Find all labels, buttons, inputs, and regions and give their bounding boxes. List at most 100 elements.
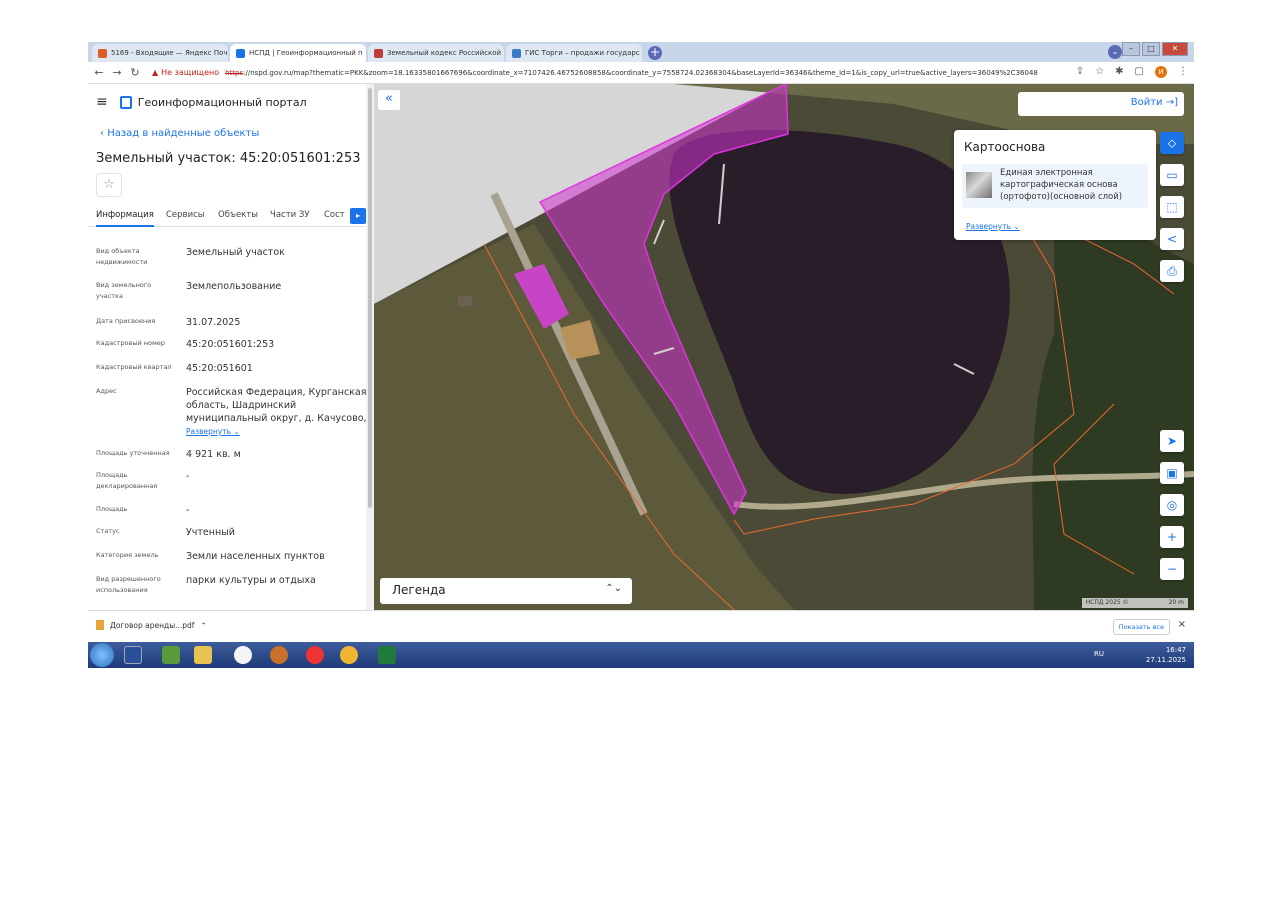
tab-objects[interactable]: Объекты: [218, 210, 258, 220]
attribute-label: Статус: [96, 527, 120, 535]
show-all-downloads-button[interactable]: Показать все: [1112, 619, 1170, 635]
new-tab-button[interactable]: +: [648, 46, 662, 60]
mail-favicon-icon: [98, 48, 107, 58]
panel-tabs: Информация Сервисы Объекты Части ЗУ Сост…: [88, 205, 372, 227]
hamburger-menu-icon[interactable]: ≡: [96, 94, 108, 110]
object-info-panel: ≡ Геоинформационный портал ‹ Назад в най…: [88, 84, 374, 610]
ruler-icon[interactable]: ▭: [1160, 164, 1184, 186]
tabs-scroll-right-icon[interactable]: ▸: [350, 208, 366, 224]
browser-tab-gis-torgi[interactable]: ГИС Торги – продажи государс ×: [506, 44, 642, 62]
tab-search-icon[interactable]: ⌄: [1108, 45, 1122, 59]
portal-logo-icon: [119, 95, 132, 109]
reload-icon[interactable]: ↻: [128, 66, 142, 79]
back-to-results-link[interactable]: ‹ Назад в найденные объекты: [100, 128, 259, 139]
zoom-out-button[interactable]: −: [1160, 558, 1184, 580]
tab-label: НСПД | Геоинформационный п: [249, 49, 363, 57]
attribute-label: Площадь декларированная: [96, 471, 158, 490]
attribute-value: Землепользование: [186, 281, 282, 292]
ccleaner-app-icon[interactable]: [306, 646, 324, 664]
clock-app-icon[interactable]: [234, 646, 252, 664]
print-icon[interactable]: ⎙: [1160, 260, 1184, 282]
select-area-icon[interactable]: ⬚: [1160, 196, 1184, 218]
attribute-label: Площадь: [96, 505, 128, 513]
chevron-down-icon: ⌄: [1013, 222, 1020, 231]
url-field[interactable]: https://nspd.gov.ru/map?thematic=PKK&zoo…: [225, 69, 1125, 77]
expand-link-label: Развернуть: [966, 222, 1012, 231]
close-window-button[interactable]: ✕: [1162, 42, 1188, 56]
close-download-bar-icon[interactable]: ×: [1178, 619, 1186, 630]
forward-arrow-icon[interactable]: →: [110, 66, 124, 79]
map-scale-bar: НСПД 2025 © 20 m: [1081, 598, 1188, 608]
chevron-up-icon[interactable]: ⌃: [200, 621, 206, 630]
locate-icon[interactable]: ➤: [1160, 430, 1184, 452]
url-rest: ://nspd.gov.ru/map?thematic=PKK&zoom=18.…: [243, 68, 1038, 77]
basemap-layer-label: Единая электронная картографическая осно…: [1000, 168, 1123, 202]
land-code-favicon-icon: [374, 48, 383, 58]
tab-parts[interactable]: Части ЗУ: [270, 210, 310, 220]
close-tab-icon[interactable]: ×: [501, 49, 504, 58]
basemap-card: Картооснова Единая электронная картограф…: [954, 130, 1156, 240]
expand-address-link[interactable]: Развернуть ⌄: [186, 425, 368, 438]
browser-tab-land-code[interactable]: Земельный кодекс Российской ×: [368, 44, 504, 62]
language-indicator[interactable]: RU: [1094, 650, 1104, 658]
browser-tab-mail[interactable]: 5169 - Входящие — Яндекс Почта ×: [92, 44, 228, 62]
gis-torgi-favicon-icon: [512, 48, 521, 58]
zoom-in-button[interactable]: +: [1160, 526, 1184, 548]
basemap-thumbnail: [966, 172, 992, 198]
windows-taskbar: RU 16:47 27.11.2025: [88, 642, 1194, 668]
map-view[interactable]: « Войти →] Картооснова Единая электронна…: [374, 84, 1194, 610]
bookmark-star-icon[interactable]: ☆: [1095, 66, 1104, 78]
back-arrow-icon[interactable]: ←: [92, 66, 106, 79]
minimap-icon[interactable]: ▣: [1160, 462, 1184, 484]
legend-label: Легенда: [392, 583, 446, 597]
notes-app-icon[interactable]: [162, 646, 180, 664]
download-file-name: Договор аренды...pdf: [110, 620, 195, 630]
portal-brand[interactable]: Геоинформационный портал: [119, 95, 307, 109]
chevron-down-icon: ⌄: [233, 427, 240, 436]
sidepanel-icon[interactable]: ▢: [1135, 66, 1144, 78]
basemap-layer-item[interactable]: Единая электронная картографическая осно…: [962, 164, 1148, 208]
excel-app-icon[interactable]: [378, 646, 396, 664]
folder-app-icon[interactable]: [194, 646, 212, 664]
download-item[interactable]: Договор аренды...pdf ⌃: [96, 620, 207, 630]
menu-dots-icon[interactable]: ⋮: [1178, 66, 1188, 78]
calculator-app-icon[interactable]: [124, 646, 142, 664]
tab-composition[interactable]: Сост: [324, 210, 345, 220]
login-arrow-icon: →]: [1165, 97, 1178, 108]
panel-scrollbar-thumb[interactable]: [368, 88, 372, 508]
share-icon[interactable]: ⇪: [1076, 66, 1084, 78]
close-tab-icon[interactable]: ×: [640, 49, 642, 58]
tab-services[interactable]: Сервисы: [166, 210, 204, 220]
legend-dropdown[interactable]: Легенда ⌃⌄: [380, 578, 632, 604]
layers-icon[interactable]: ⬦: [1160, 132, 1184, 154]
scale-label: 20 m: [1168, 599, 1184, 606]
extensions-icon[interactable]: ✱: [1115, 66, 1123, 78]
basemap-expand-link[interactable]: Развернуть ⌄: [966, 222, 1020, 231]
profile-avatar[interactable]: И: [1155, 66, 1167, 78]
map-copyright: НСПД 2025 ©: [1085, 599, 1129, 606]
share-icon[interactable]: <: [1160, 228, 1184, 250]
security-warning-label: Не защищено: [161, 68, 220, 77]
attribute-label: Вид объекта недвижимости: [96, 247, 148, 266]
browser-tab-nspd[interactable]: НСПД | Геоинформационный п ×: [230, 44, 366, 62]
chrome-app-icon[interactable]: [340, 646, 358, 664]
attribute-value: 45:20:051601: [186, 363, 253, 374]
collapse-panel-button[interactable]: «: [378, 90, 400, 110]
close-tab-icon[interactable]: ×: [363, 49, 366, 58]
search-location-icon[interactable]: ◎: [1160, 494, 1184, 516]
attribute-value: парки культуры и отдыха: [186, 575, 316, 586]
clock-time: 16:47: [1165, 646, 1186, 654]
maximize-button[interactable]: □: [1142, 42, 1160, 56]
favorite-star-icon[interactable]: ☆: [96, 173, 122, 197]
attribute-value: -: [186, 471, 190, 482]
security-warning[interactable]: ▲ Не защищено: [152, 68, 219, 77]
tab-information[interactable]: Информация: [96, 210, 154, 227]
system-clock[interactable]: 16:47 27.11.2025: [1146, 645, 1186, 665]
back-link-label: Назад в найденные объекты: [107, 128, 260, 139]
login-button[interactable]: Войти →]: [1018, 92, 1184, 116]
minimize-button[interactable]: –: [1122, 42, 1140, 56]
attribute-label: Площадь уточненная: [96, 449, 170, 457]
browser-yandex-icon[interactable]: [270, 646, 288, 664]
start-button[interactable]: [90, 643, 114, 667]
attribute-value: 31.07.2025: [186, 317, 241, 328]
